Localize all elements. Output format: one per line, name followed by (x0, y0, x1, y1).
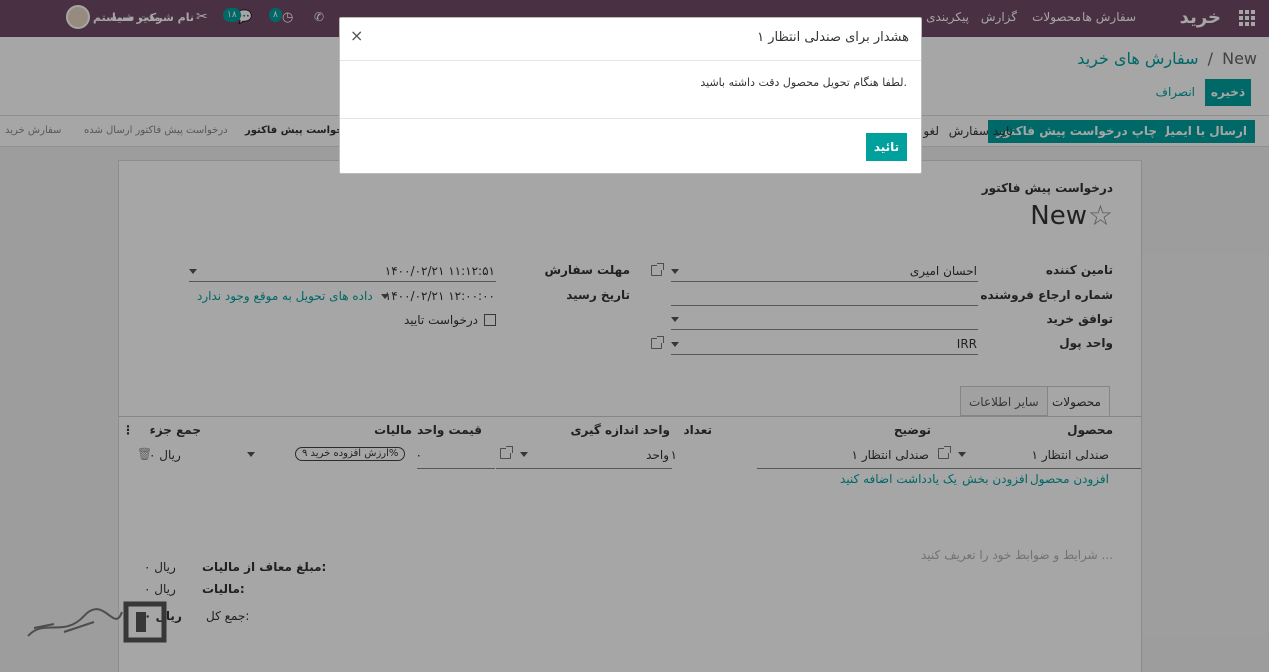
dialog-header: هشدار برای صندلی انتظار ۱ × (340, 18, 921, 61)
close-icon[interactable]: × (350, 26, 363, 45)
ok-button[interactable]: تائید (866, 133, 907, 161)
dialog-footer: تائید (340, 118, 921, 175)
dialog-message: لطفا هنگام تحویل محصول دقت داشته باشید. (700, 76, 907, 89)
dialog-title: هشدار برای صندلی انتظار ۱ (757, 30, 909, 45)
warning-dialog: هشدار برای صندلی انتظار ۱ × لطفا هنگام ت… (339, 17, 922, 174)
